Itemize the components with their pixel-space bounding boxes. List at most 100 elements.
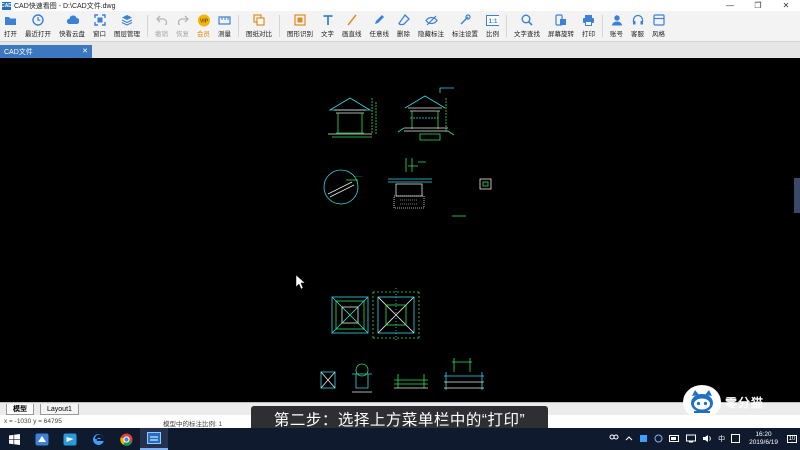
ime-mode-icon[interactable] bbox=[731, 433, 741, 445]
pavilion-elevation-left bbox=[328, 97, 377, 138]
defender-icon[interactable] bbox=[639, 434, 648, 445]
close-button[interactable]: ✕ bbox=[772, 0, 800, 11]
people-icon[interactable] bbox=[609, 434, 619, 445]
scan-icon bbox=[294, 14, 307, 26]
recent-button[interactable]: 最近打开 bbox=[21, 11, 55, 41]
recognize-button[interactable]: 图形识别 bbox=[283, 11, 317, 41]
redo-label: 恢复 bbox=[176, 31, 189, 38]
toolbar-divider bbox=[238, 15, 239, 37]
eraser-icon bbox=[397, 14, 410, 26]
tab-model[interactable]: 模型 bbox=[6, 404, 34, 415]
printer-icon bbox=[582, 14, 595, 26]
eye-off-icon bbox=[424, 14, 438, 26]
find-text-button[interactable]: 文字查找 bbox=[510, 11, 544, 41]
erase-label: 删除 bbox=[397, 31, 410, 38]
mouse-cursor-icon bbox=[295, 274, 306, 290]
window-button[interactable]: 窗口 bbox=[89, 11, 110, 41]
rotate-icon bbox=[555, 14, 568, 26]
line-button[interactable]: 画直线 bbox=[338, 11, 366, 41]
pen-icon bbox=[373, 14, 386, 26]
cloud-label: 快看云盘 bbox=[59, 31, 85, 38]
erase-button[interactable]: 删除 bbox=[393, 11, 414, 41]
taskbar-app-1[interactable] bbox=[28, 428, 56, 450]
compare-button[interactable]: 图纸对比 bbox=[242, 11, 276, 41]
taskbar-chrome[interactable] bbox=[112, 428, 140, 450]
circle-detail: ──── bbox=[323, 169, 363, 205]
vip-button[interactable]: VIP 会员 bbox=[193, 11, 214, 41]
service-label: 客服 bbox=[631, 31, 644, 38]
style-button[interactable]: 风格 bbox=[648, 11, 669, 41]
find-text-label: 文字查找 bbox=[514, 31, 540, 38]
service-button[interactable]: 客服 bbox=[627, 11, 648, 41]
maximize-button[interactable]: ❐ bbox=[744, 0, 772, 11]
layers-button[interactable]: 图层管理 bbox=[110, 11, 144, 41]
folder-icon bbox=[4, 14, 17, 26]
freeline-label: 任意线 bbox=[369, 31, 390, 38]
ime-indicator[interactable]: 中 bbox=[718, 434, 725, 444]
window-label: 窗口 bbox=[93, 31, 106, 38]
window-title: CAD快速看图 - D:\CAD文件.dwg bbox=[14, 2, 116, 10]
document-tab-bar: CAD文件 ✕ bbox=[0, 42, 800, 58]
style-label: 风格 bbox=[652, 31, 665, 38]
watermark-text: 零分猫 bbox=[725, 395, 765, 410]
text-button[interactable]: 文字 bbox=[317, 11, 338, 41]
scale-icon: 1:1 bbox=[486, 14, 499, 26]
edge-browser-icon bbox=[92, 433, 104, 445]
print-label: 打印 bbox=[582, 31, 595, 38]
style-icon bbox=[652, 14, 665, 26]
document-tab-label: CAD文件 bbox=[4, 48, 33, 56]
vip-badge-text: VIP bbox=[200, 18, 209, 24]
scale-button[interactable]: 1:1 比例 bbox=[482, 11, 503, 41]
rotate-screen-label: 屏幕旋转 bbox=[548, 31, 574, 38]
taskbar-cad-app[interactable] bbox=[140, 428, 168, 450]
clock[interactable]: 16:20 2019/6/19 bbox=[749, 431, 778, 447]
rotate-screen-button[interactable]: 屏幕旋转 bbox=[544, 11, 578, 41]
user-icon bbox=[610, 14, 623, 26]
cloud-button[interactable]: 快看云盘 bbox=[55, 11, 89, 41]
small-square-detail bbox=[479, 178, 492, 190]
line-label: 画直线 bbox=[342, 31, 362, 38]
toolbar-divider bbox=[602, 15, 603, 37]
open-label: 打开 bbox=[4, 31, 17, 38]
taskbar-app-2[interactable] bbox=[56, 428, 84, 450]
network-icon[interactable] bbox=[686, 434, 697, 445]
minimize-button[interactable]: — bbox=[716, 0, 744, 11]
notification-center-button[interactable]: 10 bbox=[784, 428, 800, 450]
side-panel-handle[interactable] bbox=[794, 178, 800, 213]
mark-settings-icon bbox=[459, 14, 472, 26]
tab-layout1[interactable]: Layout1 bbox=[40, 404, 79, 415]
messenger-icon bbox=[63, 433, 77, 445]
mark-settings-label: 标注设置 bbox=[452, 31, 478, 38]
document-tab[interactable]: CAD文件 ✕ bbox=[0, 45, 92, 58]
watermark: 零分猫 bbox=[683, 385, 764, 419]
battery-icon[interactable] bbox=[669, 434, 680, 444]
hide-mark-button[interactable]: 隐藏标注 bbox=[414, 11, 448, 41]
measure-button[interactable]: 测量 bbox=[214, 11, 235, 41]
vip-icon: VIP bbox=[197, 14, 210, 26]
redo-button[interactable]: 恢复 bbox=[172, 11, 193, 41]
undo-icon bbox=[155, 14, 168, 26]
print-button[interactable]: 打印 bbox=[578, 11, 599, 41]
headset-icon bbox=[631, 14, 644, 26]
layers-icon bbox=[121, 14, 134, 26]
sync-icon[interactable] bbox=[654, 434, 663, 445]
text-icon bbox=[321, 14, 334, 26]
scale-badge-text: 1:1 bbox=[489, 19, 498, 25]
start-button[interactable] bbox=[0, 428, 28, 450]
bench-detail bbox=[394, 374, 428, 389]
close-tab-icon[interactable]: ✕ bbox=[82, 47, 88, 55]
mark-settings-button[interactable]: 标注设置 bbox=[448, 11, 482, 41]
undo-button[interactable]: 撤销 bbox=[151, 11, 172, 41]
open-button[interactable]: 打开 bbox=[0, 11, 21, 41]
svg-text:────: ──── bbox=[353, 174, 363, 178]
freeline-button[interactable]: 任意线 bbox=[366, 11, 394, 41]
bird-app-icon bbox=[35, 433, 49, 445]
layers-label: 图层管理 bbox=[114, 31, 140, 38]
app-logo-icon: CAD bbox=[1, 1, 12, 10]
chevron-up-icon[interactable] bbox=[625, 435, 633, 443]
account-button[interactable]: 账号 bbox=[606, 11, 627, 41]
volume-icon[interactable] bbox=[702, 434, 712, 445]
drawing-canvas[interactable]: ──── bbox=[0, 58, 800, 402]
taskbar-edge[interactable] bbox=[84, 428, 112, 450]
pavilion-section bbox=[397, 87, 455, 141]
